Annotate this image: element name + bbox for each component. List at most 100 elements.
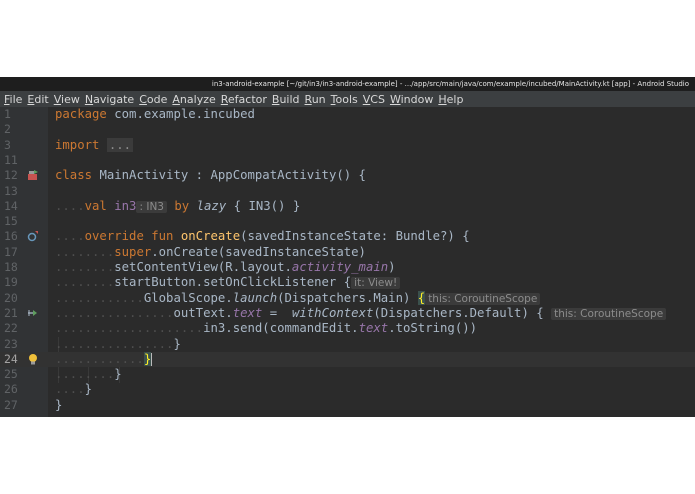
code-text: ........} [55,367,122,382]
code-text: package com.example.incubed [55,107,255,122]
property-name: in3 [114,198,137,213]
code-text: ............} [55,351,153,366]
code-line[interactable]: 14 ....val in3: IN3 by lazy { IN3() } [0,199,695,214]
keyword-import: import [55,137,100,152]
menu-analyze[interactable]: Analyze [172,93,215,106]
click-listener: startButton.setOnClickListener { [114,275,352,290]
code-line[interactable]: 16 ....override fun onCreate(savedInstan… [0,229,695,244]
code-line[interactable]: 27 } [0,398,695,413]
window-title: in3-android-example [~/git/in3/in3-andro… [0,77,695,91]
code-text: ........setContentView(R.layout.activity… [55,260,396,274]
keyword-super: super [114,244,152,259]
menu-vcs[interactable]: VCS [363,93,385,106]
override-method-icon[interactable] [27,230,39,243]
code-text: ................outText.text = withConte… [55,305,667,322]
code-line[interactable]: 22 ....................in3.send(commandE… [0,321,695,336]
keyword-by: by [174,198,190,213]
out-text: outText. [173,305,233,320]
line-number: 20 [4,290,18,305]
menu-navigate[interactable]: Navigate [85,93,134,106]
code-editor[interactable]: 1 package com.example.incubed 2 3 import… [0,107,695,417]
code-text: ................} [55,336,181,351]
matched-brace: } [143,351,152,366]
android-studio-window: in3-android-example [~/git/in3/in3-andro… [0,77,695,417]
code-line[interactable]: 15 [0,214,695,229]
code-text: } [55,398,62,413]
run-class-icon[interactable] [27,169,39,182]
current-code-line[interactable]: 24 ............} [0,351,695,368]
type-hint: : IN3 [136,200,167,213]
keyword-package: package [55,107,107,121]
menu-code[interactable]: Code [139,93,167,106]
closing-brace: } [84,382,93,397]
line-number: 25 [4,367,18,382]
menu-help[interactable]: Help [438,93,463,106]
code-line[interactable]: 25 ........} [0,367,695,382]
code-text: ........super.onCreate(savedInstanceStat… [55,244,366,259]
menu-bar: File Edit View Navigate Code Analyze Ref… [0,91,695,107]
menu-refactor[interactable]: Refactor [221,93,267,106]
lambda-param-hint: it: View! [351,277,401,290]
code-line[interactable]: 12 class MainActivity : AppCompatActivit… [0,168,695,183]
menu-window[interactable]: Window [390,93,433,106]
launch-call: launch [232,290,278,305]
line-number: 1 [4,107,11,121]
line-number: 19 [4,275,18,290]
set-content-view: setContentView(R.layout. [114,260,292,274]
code-text: ....val in3: IN3 by lazy { IN3() } [55,198,301,213]
line-number: 3 [4,137,11,152]
line-number: 17 [4,244,18,259]
menu-run[interactable]: Run [305,93,326,106]
super-call: .onCreate(savedInstanceState) [151,244,366,259]
to-string-call: .toString()) [388,321,478,336]
menu-view[interactable]: View [54,93,80,106]
code-line[interactable]: 19 ........startButton.setOnClickListene… [0,275,695,290]
with-context-call: withContext [291,305,374,320]
package-name: com.example.incubed [114,107,255,121]
closing-brace: } [55,397,63,412]
dispatcher-default: (Dispatchers.Default) { [373,305,544,320]
intention-bulb-icon[interactable] [27,353,39,366]
line-number: 22 [4,321,18,336]
line-number: 24 [4,351,18,366]
line-number: 27 [4,397,18,412]
code-line[interactable]: 17 ........super.onCreate(savedInstanceS… [0,245,695,260]
in3-send: in3.send(commandEdit. [203,321,359,336]
code-line[interactable]: 13 [0,184,695,199]
code-line[interactable]: 11 [0,153,695,168]
closing-brace: } [173,336,181,351]
receiver-hint: this: CoroutineScope [425,292,541,305]
keyword-class: class [55,168,93,183]
line-number: 16 [4,229,18,244]
code-line[interactable]: 20 ............GlobalScope.launch(Dispat… [0,290,695,306]
code-line[interactable]: 23 ................} [0,337,695,352]
menu-tools[interactable]: Tools [331,93,358,106]
code-text: ....} [55,382,93,397]
function-params: (savedInstanceState: Bundle?) { [240,229,470,244]
line-number: 26 [4,382,18,397]
keyword-override-fun: override fun [84,229,174,244]
menu-file[interactable]: File [4,93,22,106]
dispatcher-main: (Dispatchers.Main) [277,290,411,305]
function-name: onCreate [180,229,241,244]
line-number: 12 [4,168,18,183]
global-scope: GlobalScope. [143,290,233,305]
code-line[interactable]: 2 [0,122,695,137]
line-number: 21 [4,305,18,320]
code-text: class MainActivity : AppCompatActivity()… [55,168,366,183]
line-number: 13 [4,183,18,198]
code-line[interactable]: 26 ....} [0,382,695,397]
receiver-hint: this: CoroutineScope [551,307,667,320]
code-text: ....................in3.send(commandEdit… [55,321,478,336]
suspend-call-icon[interactable] [27,307,39,320]
menu-build[interactable]: Build [272,93,300,106]
code-line[interactable]: 1 package com.example.incubed [0,107,695,122]
code-line[interactable]: 3 import ... [0,137,695,153]
keyword-val: val [84,198,107,213]
folded-imports[interactable]: ... [106,137,134,152]
code-line[interactable]: 21 ................outText.text = withCo… [0,306,695,321]
class-declaration: MainActivity : AppCompatActivity() { [99,168,366,183]
line-number: 11 [4,152,18,167]
menu-edit[interactable]: Edit [27,93,48,106]
code-line[interactable]: 18 ........setContentView(R.layout.activ… [0,260,695,275]
